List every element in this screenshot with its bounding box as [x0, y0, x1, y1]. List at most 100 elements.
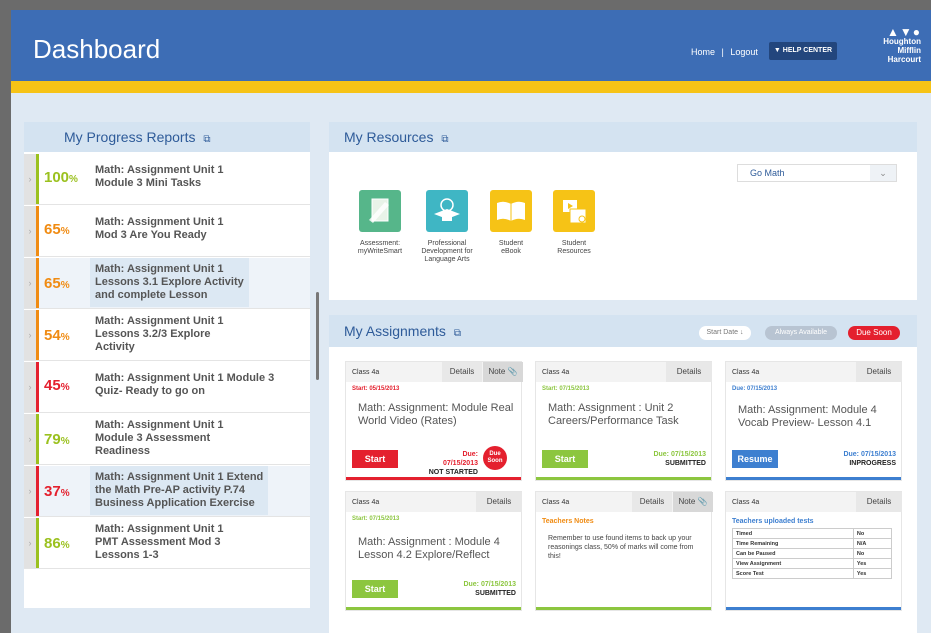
assignment-card[interactable]: Class 4a Details Start: 07/15/2013 Math:…	[345, 491, 522, 611]
percent-sign: %	[60, 332, 70, 343]
nav-separator: |	[721, 47, 724, 57]
due-date: Due: 07/15/2013	[653, 451, 706, 458]
assignment-card[interactable]: Class 4a Details Due: 07/15/2013 Math: A…	[725, 361, 902, 481]
percent-value: 86	[44, 535, 61, 552]
progress-item[interactable]: › 45% Math: Assignment Unit 1 Module 3 Qui…	[24, 362, 310, 413]
progress-color-marker	[36, 310, 39, 360]
progress-item[interactable]: › 54% Math: Assignment Unit 1 Lessons 3.2/…	[24, 310, 310, 361]
sort-start-date[interactable]: Start Date ↓	[699, 326, 751, 340]
home-link[interactable]: Home	[691, 47, 715, 57]
assignment-title: Math: Assignment : Unit 2 Careers/Perfor…	[548, 402, 679, 427]
resource-student-ebook[interactable]: Student eBook	[476, 190, 546, 256]
resume-button[interactable]: Resume	[732, 450, 778, 468]
class-label: Class 4a	[352, 369, 380, 376]
table-cell: Time Remaining	[732, 538, 854, 549]
start-button[interactable]: Start	[542, 450, 588, 468]
expand-arrow-icon[interactable]: ›	[24, 466, 36, 516]
details-tab[interactable]: Details	[632, 492, 672, 512]
card-status-line	[536, 477, 711, 480]
assignment-card[interactable]: Class 4a Details Note 📎 Start: 05/15/201…	[345, 361, 523, 481]
progress-scrollbar[interactable]	[316, 292, 319, 380]
progress-item-title: Math: Assignment Unit 1 Module 3 Mini Ta…	[95, 164, 224, 189]
book-icon[interactable]	[490, 190, 532, 232]
filter-due-soon[interactable]: Due Soon	[848, 326, 900, 340]
assignment-title: Math: Assignment: Module 4 Vocab Preview…	[738, 404, 877, 429]
top-nav: Home | Logout	[691, 47, 758, 57]
start-date: Start: 07/15/2013	[352, 516, 400, 522]
help-center-button[interactable]: ▼ HELP CENTER	[769, 42, 837, 60]
start-button[interactable]: Start	[352, 580, 398, 598]
class-label: Class 4a	[732, 369, 760, 376]
table-cell: Timed	[732, 528, 854, 539]
expand-arrow-icon[interactable]: ›	[24, 310, 36, 360]
details-tab[interactable]: Details	[856, 492, 902, 512]
note-tab[interactable]: Note 📎	[673, 492, 713, 512]
external-link-icon[interactable]: ⧉	[441, 134, 448, 145]
progress-percent: 37%	[44, 483, 70, 500]
progress-percent: 65%	[44, 275, 70, 292]
table-cell: Yes	[852, 568, 893, 579]
expand-arrow-icon[interactable]: ›	[24, 518, 36, 568]
start-button[interactable]: Start	[352, 450, 398, 468]
progress-item[interactable]: › 79% Math: Assignment Unit 1 Module 3 Ass…	[24, 414, 310, 465]
details-tab[interactable]: Details	[476, 492, 522, 512]
percent-value: 79	[44, 431, 61, 448]
expand-arrow-icon[interactable]: ›	[24, 206, 36, 256]
resource-label: Student Resources	[557, 240, 591, 255]
assignment-card[interactable]: Class 4a Details Note 📎 Teachers Notes R…	[535, 491, 713, 611]
expand-arrow-icon[interactable]: ›	[24, 362, 36, 412]
progress-item[interactable]: › 65% Math: Assignment Unit 1 Mod 3 Are Yo…	[24, 206, 310, 257]
percent-sign: %	[60, 540, 70, 551]
media-files-icon[interactable]	[553, 190, 595, 232]
table-cell: Can be Paused	[732, 548, 854, 559]
progress-item[interactable]: › 100% Math: Assignment Unit 1 Module 3 Mi…	[24, 154, 310, 205]
assessment-tile-icon[interactable]	[359, 190, 401, 232]
assignment-card[interactable]: Class 4a Details Teachers uploaded tests…	[725, 491, 902, 611]
expand-arrow-icon[interactable]: ›	[24, 154, 36, 204]
logout-link[interactable]: Logout	[730, 47, 758, 57]
expand-arrow-icon[interactable]: ›	[24, 414, 36, 464]
details-tab[interactable]: Details	[666, 362, 712, 382]
header-stripe	[11, 81, 931, 93]
due-info: Due: 07/15/2013 INPROGRESS	[826, 450, 896, 468]
card-status-line	[726, 477, 901, 480]
table-row: Score Test Yes	[732, 568, 893, 579]
filter-always-available[interactable]: Always Available	[765, 326, 837, 340]
assignment-card[interactable]: Class 4a Details Start: 07/15/2013 Math:…	[535, 361, 712, 481]
percent-value: 65	[44, 275, 61, 292]
program-select[interactable]: Go Math ⌄	[737, 164, 897, 182]
note-tab[interactable]: Note 📎	[483, 362, 523, 382]
start-date: Start: 07/15/2013	[542, 386, 590, 392]
card-header: Class 4a Details	[726, 492, 902, 512]
start-date: Start: 05/15/2013	[352, 386, 400, 392]
details-tab[interactable]: Details	[856, 362, 902, 382]
teachers-tests-title: Teachers uploaded tests	[732, 518, 814, 525]
resource-student-resources[interactable]: Student Resources	[539, 190, 609, 256]
status-text: SUBMITTED	[475, 590, 516, 597]
resource-professional-development[interactable]: Professional Development for Language Ar…	[412, 190, 482, 264]
progress-percent: 45%	[44, 377, 70, 394]
table-cell: No	[852, 528, 893, 539]
class-label: Class 4a	[352, 499, 380, 506]
resource-assessment[interactable]: Assessment: myWriteSmart	[345, 190, 415, 256]
expand-arrow-icon[interactable]: ›	[24, 258, 36, 308]
progress-reports-title: My Progress Reports	[64, 129, 196, 145]
chevron-down-icon[interactable]: ⌄	[870, 165, 896, 181]
graduation-cap-icon[interactable]	[426, 190, 468, 232]
card-header: Class 4a Details Note 📎	[346, 362, 523, 382]
progress-color-marker	[36, 258, 39, 308]
progress-item-title: Math: Assignment Unit 1 Lessons 3.1 Expl…	[90, 258, 249, 307]
external-link-icon[interactable]: ⧉	[454, 328, 461, 339]
table-row: View Assignment Yes	[732, 558, 893, 569]
percent-sign: %	[60, 280, 70, 291]
due-soon-badge: Due Soon	[483, 446, 507, 470]
card-status-line	[346, 477, 521, 480]
percent-value: 100	[44, 169, 70, 186]
progress-item[interactable]: › 65% Math: Assignment Unit 1 Lessons 3.1 …	[24, 258, 310, 309]
resource-label: Assessment: myWriteSmart	[357, 240, 403, 255]
external-link-icon[interactable]: ⧉	[203, 134, 210, 145]
progress-item[interactable]: › 86% Math: Assignment Unit 1 PMT Assessme…	[24, 518, 310, 569]
resource-label: Student eBook	[498, 240, 524, 255]
progress-item[interactable]: › 37% Math: Assignment Unit 1 Extend the M…	[24, 466, 310, 517]
details-tab[interactable]: Details	[442, 362, 482, 382]
